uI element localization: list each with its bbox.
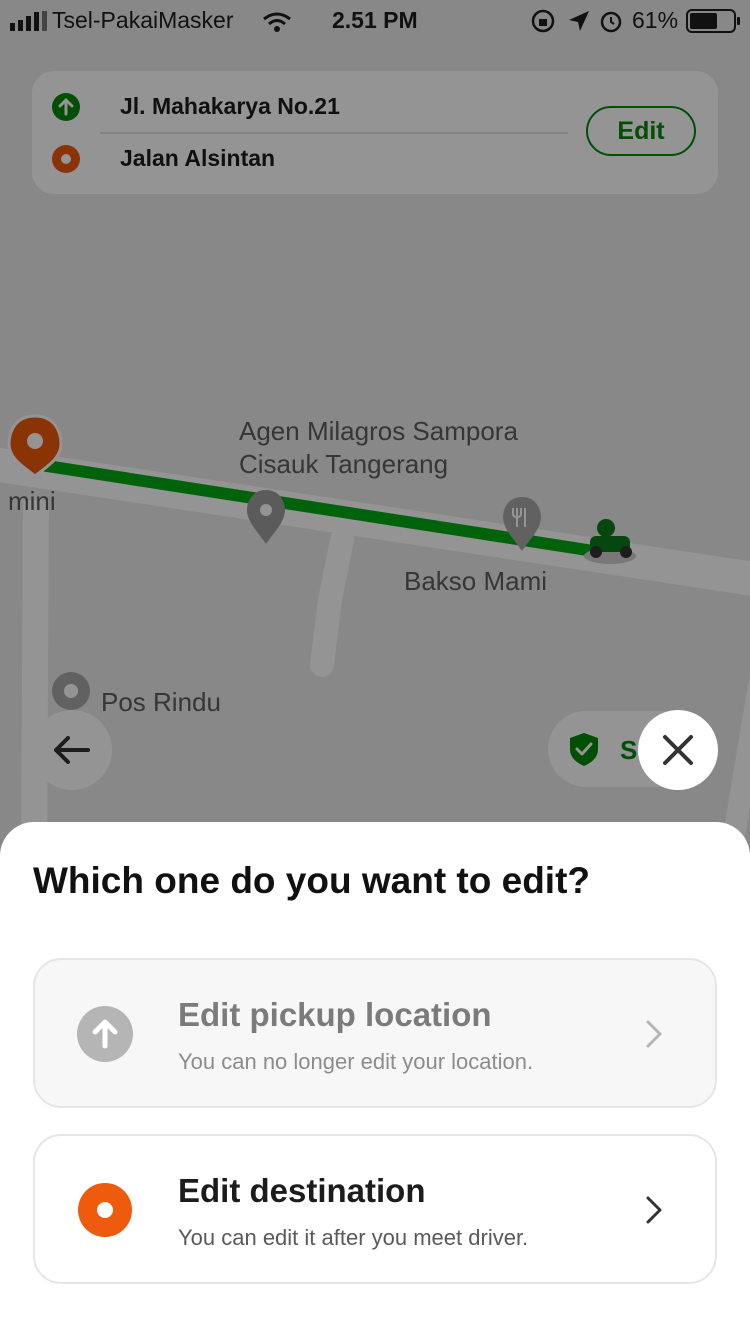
carrier-name: Tsel-PakaiMasker: [52, 7, 234, 33]
orientation-lock-icon: [531, 9, 555, 33]
chevron-right-icon: [646, 1020, 662, 1048]
battery-percent: 61%: [632, 7, 679, 33]
destination-dot-icon: [78, 1183, 132, 1237]
wifi-icon: [263, 12, 291, 32]
clock: 2.51 PM: [332, 7, 418, 33]
battery-icon: [686, 9, 740, 33]
option-title: Edit destination: [178, 1172, 426, 1209]
arrow-up-circle-icon: [77, 1006, 133, 1062]
close-button[interactable]: [638, 710, 718, 790]
edit-pickup-option[interactable]: Edit pickup location You can no longer e…: [33, 958, 717, 1108]
edit-bottom-sheet: Which one do you want to edit? Edit pick…: [0, 822, 750, 1334]
location-arrow-icon: [569, 11, 589, 31]
edit-destination-option[interactable]: Edit destination You can edit it after y…: [33, 1134, 717, 1284]
option-title: Edit pickup location: [178, 996, 492, 1033]
alarm-icon: [600, 11, 622, 33]
signal-icon: [10, 11, 47, 31]
sheet-title: Which one do you want to edit?: [33, 860, 591, 901]
option-subtitle: You can edit it after you meet driver.: [178, 1225, 529, 1250]
status-bar: Tsel-PakaiMasker 2.51 PM 61%: [0, 0, 750, 40]
chevron-right-icon: [646, 1196, 662, 1224]
option-subtitle: You can no longer edit your location.: [178, 1049, 534, 1074]
close-icon: [663, 735, 693, 765]
